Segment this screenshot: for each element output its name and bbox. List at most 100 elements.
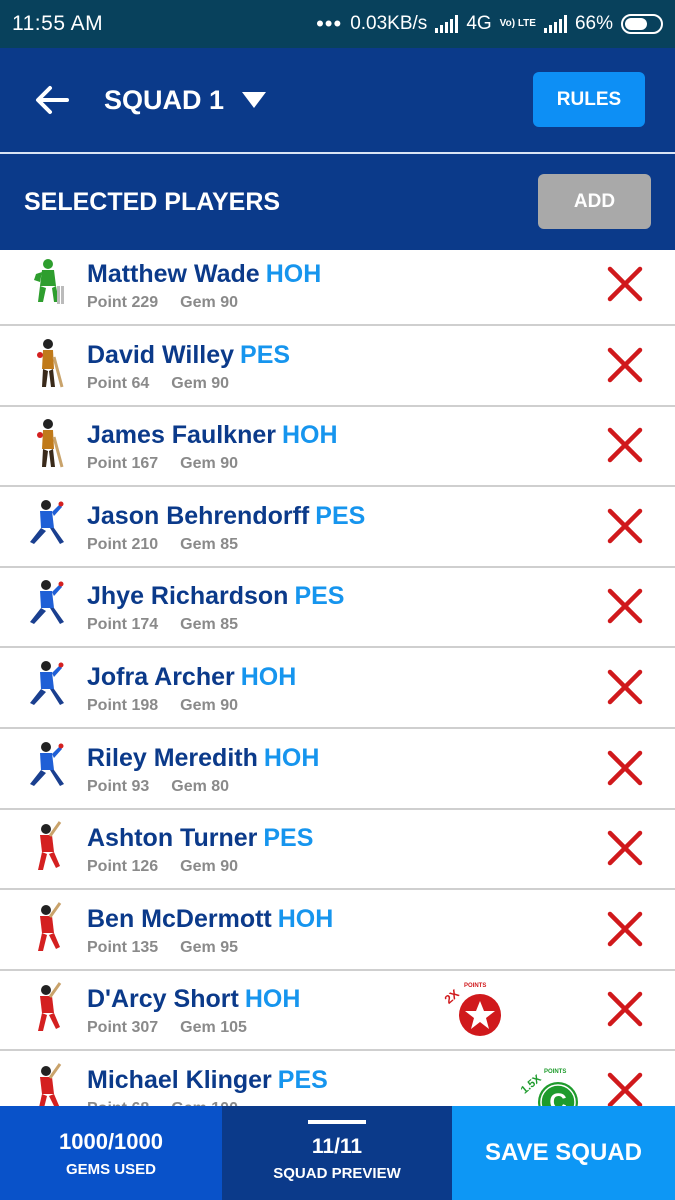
- player-stats: Point 307 Gem 105: [87, 1019, 247, 1037]
- app-header: SQUAD 1 RULES: [0, 48, 675, 152]
- player-name-line: James Faulkner HOH: [87, 421, 338, 450]
- star-player-badge-icon[interactable]: 2X POINTS: [442, 979, 501, 1037]
- volte-icon: Vo) LTE: [499, 18, 536, 29]
- player-points: 210: [131, 535, 159, 553]
- close-icon: [607, 427, 643, 463]
- player-stats: Point 167 Gem 90: [87, 455, 238, 473]
- gem-label: Gem: [180, 858, 216, 876]
- close-icon: [607, 830, 643, 866]
- player-gems: 85: [220, 535, 238, 553]
- player-row[interactable]: Riley Meredith HOH Point 93 Gem 80: [0, 729, 675, 810]
- player-name: James Faulkner: [87, 421, 276, 450]
- add-button[interactable]: ADD: [538, 174, 651, 229]
- player-team: PES: [277, 1066, 328, 1094]
- player-name: Riley Meredith: [87, 743, 258, 772]
- player-row[interactable]: Ashton Turner PES Point 126 Gem 90: [0, 810, 675, 891]
- remove-player-button[interactable]: [605, 989, 645, 1029]
- rules-button[interactable]: RULES: [533, 72, 645, 127]
- bowler-avatar-icon: [26, 578, 70, 634]
- status-indicators: ••• 0.03KB/s 4G Vo) LTE 66%: [316, 13, 663, 35]
- gems-used-value: 1000/1000: [59, 1128, 163, 1154]
- player-list[interactable]: Matthew Wade HOH Point 229 Gem 90 David Wil…: [0, 250, 675, 1106]
- player-team: PES: [294, 582, 345, 611]
- section-title: SELECTED PLAYERS: [24, 187, 281, 216]
- player-stats: Point 174 Gem 85: [87, 616, 238, 634]
- player-row[interactable]: D'Arcy Short HOH Point 307 Gem 105 2X POINT…: [0, 971, 675, 1052]
- squad-name: SQUAD 1: [104, 84, 225, 115]
- player-name: Ben McDermott: [87, 904, 272, 933]
- bowler-avatar-icon: [26, 498, 70, 554]
- player-team: PES: [315, 501, 366, 530]
- close-icon: [607, 589, 643, 624]
- batsman-avatar-icon: [26, 901, 70, 957]
- point-label: Point: [87, 938, 127, 956]
- player-team: PES: [263, 824, 314, 853]
- player-name: Jofra Archer: [87, 663, 235, 691]
- captain-badge-icon[interactable]: 1.5X POINTS C: [519, 1064, 578, 1106]
- player-name: David Willey: [87, 340, 235, 369]
- remove-player-button[interactable]: [605, 264, 645, 304]
- squad-preview-button[interactable]: 11/11 SQUAD PREVIEW: [222, 1106, 452, 1200]
- player-name: D'Arcy Short: [87, 985, 239, 1014]
- player-row[interactable]: Jofra Archer HOH Point 198 Gem 90: [0, 649, 675, 729]
- player-row[interactable]: Ben McDermott HOH Point 135 Gem 95: [0, 890, 675, 971]
- player-name: Jhye Richardson: [87, 582, 289, 611]
- close-icon: [607, 1072, 643, 1106]
- remove-player-button[interactable]: [605, 1070, 645, 1106]
- remove-player-button[interactable]: [605, 909, 645, 949]
- point-label: Point: [87, 777, 127, 795]
- batsman-avatar-icon: [26, 1062, 70, 1106]
- remove-player-button[interactable]: [605, 748, 645, 788]
- player-team: HOH: [265, 260, 322, 288]
- player-points: 135: [131, 938, 159, 956]
- player-name-line: Michael Klinger PES: [87, 1066, 328, 1095]
- player-row[interactable]: Michael KlingerPESPoint 68Gem 100 1.5X P…: [0, 1052, 675, 1106]
- player-row[interactable]: Jason Behrendorff PES Point 210 Gem 85: [0, 487, 675, 568]
- player-gems: 90: [220, 858, 238, 876]
- player-stats: Point 229 Gem 90: [87, 294, 238, 312]
- player-gems: 90: [211, 374, 230, 392]
- network-type: 4G: [466, 13, 492, 34]
- status-time: 11:55 AM: [12, 12, 104, 35]
- player-team: HOH: [244, 985, 301, 1014]
- player-row[interactable]: David Willey PES Point 64 Gem 90: [0, 326, 675, 407]
- player-name-line: Jofra Archer HOH: [87, 663, 296, 692]
- remove-player-button[interactable]: [605, 425, 645, 465]
- player-stats: Point 135 Gem 95: [87, 939, 238, 957]
- player-row[interactable]: Jhye Richardson PES Point 174 Gem 85: [0, 568, 675, 649]
- batsman-avatar-icon: [26, 820, 70, 876]
- gem-label: Gem: [171, 374, 207, 392]
- remove-player-button[interactable]: [605, 506, 645, 546]
- squad-selector[interactable]: SQUAD 1: [104, 84, 267, 116]
- back-button[interactable]: [22, 70, 82, 130]
- battery-icon: [621, 14, 663, 34]
- player-team: HOH: [263, 743, 320, 772]
- svg-text:2X: 2X: [442, 987, 462, 1007]
- point-label: Point: [87, 858, 127, 876]
- preview-indicator: [308, 1120, 366, 1124]
- player-stats: Point 64 Gem 90: [87, 375, 229, 393]
- player-points: 93: [131, 777, 150, 795]
- close-icon: [607, 750, 643, 785]
- player-row[interactable]: Matthew Wade HOH Point 229 Gem 90: [0, 250, 675, 326]
- point-label: Point: [87, 374, 127, 392]
- squad-preview-value: 11/11: [311, 1134, 363, 1158]
- save-squad-button[interactable]: SAVE SQUAD: [452, 1106, 675, 1200]
- remove-player-button[interactable]: [605, 345, 645, 385]
- player-row[interactable]: James Faulkner HOH Point 167 Gem 90: [0, 407, 675, 488]
- point-label: Point: [87, 294, 127, 311]
- close-icon: [607, 347, 643, 382]
- remove-player-button[interactable]: [605, 586, 645, 626]
- gem-label: Gem: [180, 535, 216, 553]
- close-icon: [607, 992, 643, 1027]
- svg-text:POINTS: POINTS: [544, 1069, 566, 1075]
- selected-players-header: SELECTED PLAYERS ADD: [0, 154, 675, 250]
- player-points: 126: [131, 858, 159, 876]
- player-stats: Point 198 Gem 90: [87, 697, 238, 715]
- gem-label: Gem: [180, 1019, 216, 1037]
- gem-label: Gem: [180, 616, 216, 634]
- remove-player-button[interactable]: [605, 667, 645, 707]
- player-points: 174: [131, 616, 159, 634]
- remove-player-button[interactable]: [605, 828, 645, 868]
- close-icon: [607, 911, 643, 947]
